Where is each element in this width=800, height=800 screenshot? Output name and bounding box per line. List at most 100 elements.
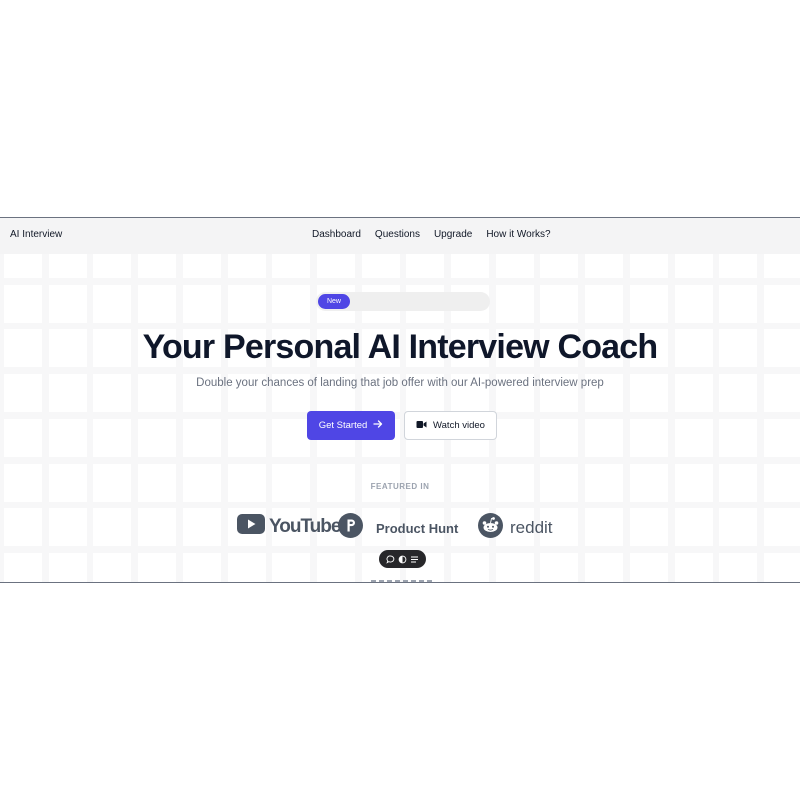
toggle-icon[interactable]	[398, 555, 407, 564]
grid-cell	[93, 552, 132, 582]
grid-cell	[719, 284, 758, 323]
grid-cell	[585, 254, 624, 278]
grid-cell	[451, 254, 489, 278]
list-icon[interactable]	[410, 555, 419, 564]
grid-cell	[540, 552, 579, 582]
grid-cell	[48, 284, 87, 323]
grid-cell	[4, 254, 42, 278]
grid-cell	[93, 418, 132, 457]
producthunt-p-icon	[338, 513, 363, 543]
grid-cell	[674, 508, 713, 547]
grid-cell	[4, 284, 42, 323]
grid-cell	[674, 284, 713, 323]
grid-cell	[719, 552, 758, 582]
featured-in-label: FEATURED IN	[370, 482, 430, 491]
grid-cell	[272, 552, 311, 582]
grid-cell	[361, 254, 400, 278]
grid-cell	[227, 254, 266, 278]
grid-cell	[272, 254, 311, 278]
grid-cell	[48, 254, 87, 278]
nav-link-how-it-works[interactable]: How it Works?	[486, 229, 550, 240]
grid-cell	[674, 418, 713, 457]
grid-cell	[629, 254, 668, 278]
grid-cell	[4, 418, 42, 457]
grid-cell	[674, 552, 713, 582]
nav-link-questions[interactable]: Questions	[375, 229, 420, 240]
reddit-logo[interactable]: reddit	[478, 513, 553, 543]
grid-cell	[719, 254, 758, 278]
grid-cell	[272, 418, 311, 457]
hero-section: New Your Personal AI Interview Coach Dou…	[0, 254, 800, 582]
grid-cell	[406, 254, 445, 278]
grid-cell	[182, 284, 221, 323]
grid-cell	[93, 508, 132, 547]
grid-cell	[719, 508, 758, 547]
grid-cell	[629, 508, 668, 547]
grid-cell	[316, 552, 355, 582]
grid-cell	[182, 552, 221, 582]
partially-visible-text	[336, 580, 466, 582]
grid-cell	[316, 254, 355, 278]
grid-cell	[763, 552, 800, 582]
grid-cell	[540, 418, 579, 457]
grid-cell	[138, 418, 177, 457]
grid-cell	[763, 508, 800, 547]
grid-cell	[585, 418, 624, 457]
grid-cell	[227, 284, 266, 323]
grid-cell	[763, 418, 800, 457]
video-camera-icon	[416, 420, 427, 432]
grid-cell	[495, 284, 534, 323]
youtube-logo[interactable]: YouTube	[237, 514, 341, 539]
grid-cell	[540, 254, 579, 278]
grid-cell	[629, 418, 668, 457]
grid-cell	[451, 552, 489, 582]
grid-cell	[719, 418, 758, 457]
grid-cell	[540, 284, 579, 323]
grid-cell	[495, 418, 534, 457]
grid-cell	[763, 254, 800, 278]
grid-cell	[93, 254, 132, 278]
chat-bubble-icon[interactable]	[386, 555, 395, 564]
grid-cell	[93, 284, 132, 323]
grid-cell	[629, 284, 668, 323]
grid-cell	[138, 284, 177, 323]
grid-cell	[4, 508, 42, 547]
hero-headline: Your Personal AI Interview Coach	[142, 328, 659, 366]
brand-logo-text[interactable]: AI Interview	[10, 229, 62, 240]
hero-subheadline: Double your chances of landing that job …	[196, 377, 604, 389]
grid-cell	[48, 552, 87, 582]
grid-cell	[585, 552, 624, 582]
grid-cell	[272, 284, 311, 323]
producthunt-wordmark: Product Hunt	[376, 520, 459, 536]
get-started-label: Get Started	[318, 420, 368, 431]
grid-cell	[495, 552, 534, 582]
browser-frame: AI Interview Dashboard Questions Upgrade…	[0, 217, 800, 583]
new-badge: New	[318, 294, 350, 309]
grid-cell	[227, 552, 266, 582]
grid-cell	[495, 254, 534, 278]
watch-video-button[interactable]: Watch video	[404, 411, 497, 440]
grid-cell	[182, 418, 221, 457]
arrow-right-icon	[373, 419, 383, 432]
top-navbar: AI Interview Dashboard Questions Upgrade…	[0, 218, 800, 254]
grid-cell	[138, 254, 177, 278]
get-started-button[interactable]: Get Started	[307, 411, 395, 440]
nav-link-upgrade[interactable]: Upgrade	[434, 229, 472, 240]
producthunt-logo[interactable]: Product Hunt	[338, 513, 458, 543]
youtube-wordmark: YouTube	[269, 515, 341, 537]
watch-video-label: Watch video	[433, 420, 485, 431]
reddit-wordmark: reddit	[510, 518, 553, 537]
grid-cell	[182, 254, 221, 278]
grid-cell	[138, 508, 177, 547]
grid-cell	[585, 284, 624, 323]
nav-links: Dashboard Questions Upgrade How it Works…	[312, 229, 551, 240]
grid-cell	[182, 508, 221, 547]
grid-cell	[674, 254, 713, 278]
youtube-play-icon	[237, 514, 265, 539]
grid-cell	[629, 552, 668, 582]
grid-cell	[48, 418, 87, 457]
nav-link-dashboard[interactable]: Dashboard	[312, 229, 361, 240]
grid-cell	[4, 552, 42, 582]
grid-cell	[48, 508, 87, 547]
reddit-alien-icon	[478, 513, 503, 543]
